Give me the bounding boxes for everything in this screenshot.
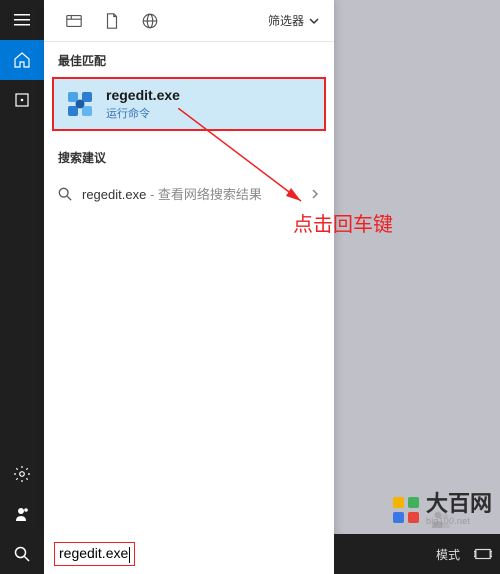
nav-sidebar [0, 0, 44, 574]
search-panel: 筛选器 最佳匹配 regedit.exe 运行命令 搜索建议 regedit.e… [44, 0, 334, 574]
watermark: 大百网 big100.net [392, 493, 492, 526]
best-match-title: regedit.exe [106, 87, 180, 103]
section-best-match-header: 最佳匹配 [44, 42, 334, 77]
chevron-right-icon [310, 189, 320, 199]
best-match-result[interactable]: regedit.exe 运行命令 [52, 77, 326, 131]
annotation-text: 点击回车键 [293, 208, 393, 237]
text-caret [129, 547, 130, 563]
filter-label: 筛选器 [268, 12, 304, 29]
search-icon [58, 187, 72, 201]
suggestion-item[interactable]: regedit.exe - 查看网络搜索结果 [44, 174, 334, 213]
taskview-icon[interactable] [474, 545, 492, 563]
chevron-down-icon [308, 15, 320, 27]
tab-web-icon[interactable] [134, 5, 166, 37]
tab-all-icon[interactable] [58, 5, 90, 37]
taskbar-mode-label[interactable]: 模式 [436, 546, 460, 563]
watermark-logo [392, 496, 420, 524]
search-input[interactable]: regedit.exe [44, 534, 334, 574]
menu-hamburger[interactable] [0, 0, 44, 40]
search-button-icon[interactable] [0, 534, 44, 574]
section-suggestions-header: 搜索建议 [44, 139, 334, 174]
watermark-main: 大百网 [426, 493, 492, 515]
sidebar-home[interactable] [0, 40, 44, 80]
regedit-icon [64, 88, 96, 120]
search-value: regedit.exe [59, 545, 128, 561]
search-row: regedit.exe [0, 534, 500, 574]
best-match-subtitle: 运行命令 [106, 105, 180, 121]
tab-documents-icon[interactable] [96, 5, 128, 37]
sidebar-settings[interactable] [0, 454, 44, 494]
suggestion-text: regedit.exe - 查看网络搜索结果 [82, 184, 310, 203]
sidebar-recent[interactable] [0, 80, 44, 120]
taskbar-right: 模式 [428, 534, 500, 574]
filter-dropdown[interactable]: 筛选器 [268, 12, 320, 29]
sidebar-user[interactable] [0, 494, 44, 534]
watermark-sub: big100.net [426, 516, 492, 526]
tabs-bar: 筛选器 [44, 0, 334, 42]
